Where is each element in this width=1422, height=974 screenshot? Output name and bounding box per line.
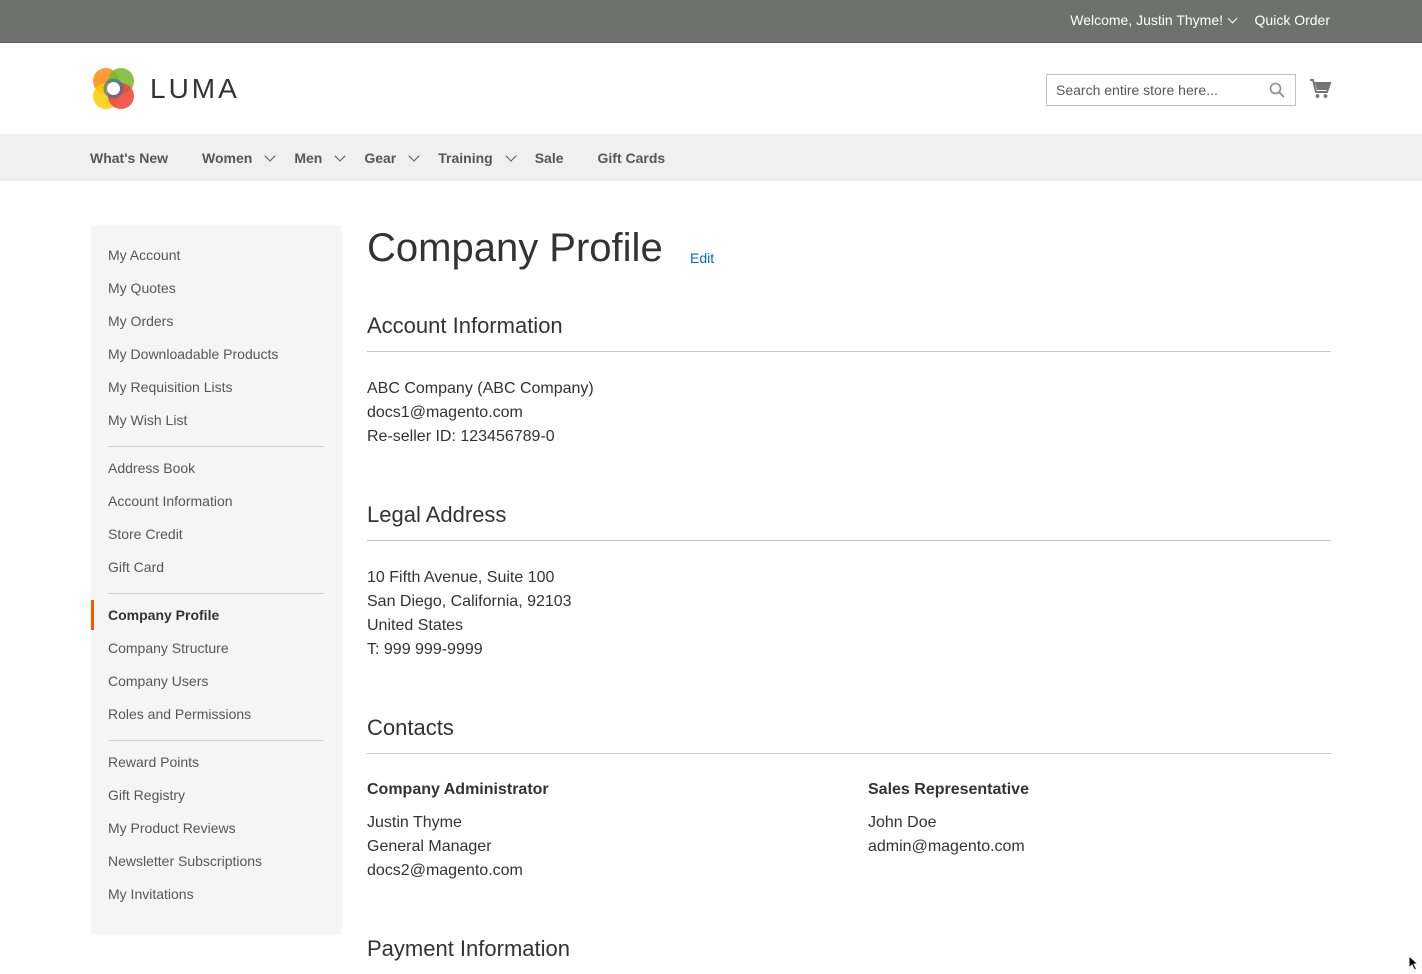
- sidebar-item-my-orders[interactable]: My Orders: [91, 292, 342, 328]
- sidebar-item-requisition-lists[interactable]: My Requisition Lists: [91, 358, 342, 394]
- company-name: ABC Company (ABC Company): [367, 380, 594, 397]
- legal-address-block: 10 Fifth Avenue, Suite 100 San Diego, Ca…: [367, 566, 572, 662]
- contact-job-title: General Manager: [367, 838, 492, 855]
- search-input[interactable]: [1047, 75, 1266, 105]
- chevron-down-icon: [334, 149, 346, 162]
- sidebar-item-invitations[interactable]: My Invitations: [91, 865, 342, 901]
- nav-whats-new[interactable]: What's New: [90, 134, 168, 181]
- reseller-id: Re-seller ID: 123456789-0: [367, 428, 555, 445]
- sidebar-item-wish-list[interactable]: My Wish List: [91, 391, 342, 427]
- page-title: Company Profile: [367, 226, 663, 270]
- address-street: 10 Fifth Avenue, Suite 100: [367, 569, 555, 586]
- section-title-legal-address: Legal Address: [367, 502, 1331, 541]
- nav-label: What's New: [90, 149, 169, 166]
- welcome-menu[interactable]: Welcome, Justin Thyme!: [1070, 12, 1238, 28]
- company-administrator-block: Company Administrator Justin Thyme Gener…: [367, 778, 549, 883]
- welcome-text: Welcome, Justin Thyme!: [1070, 12, 1223, 28]
- nav-men[interactable]: Men: [294, 134, 346, 181]
- nav-gear[interactable]: Gear: [364, 134, 420, 181]
- nav-label: Sale: [534, 149, 564, 166]
- account-sidebar: My Account My Quotes My Orders My Downlo…: [91, 226, 342, 934]
- sidebar-item-address-book[interactable]: Address Book: [91, 439, 342, 475]
- sidebar-item-product-reviews[interactable]: My Product Reviews: [91, 799, 342, 835]
- sidebar-item-company-profile[interactable]: Company Profile: [91, 586, 342, 630]
- nav-label: Women: [202, 149, 253, 166]
- logo[interactable]: LUMA: [91, 66, 240, 111]
- company-email: docs1@magento.com: [367, 404, 523, 421]
- sidebar-item-newsletter[interactable]: Newsletter Subscriptions: [91, 832, 342, 868]
- cart-icon[interactable]: [1309, 78, 1331, 100]
- sidebar-item-gift-registry[interactable]: Gift Registry: [91, 766, 342, 802]
- sidebar-item-gift-card[interactable]: Gift Card: [91, 538, 342, 574]
- sidebar-link[interactable]: My Invitations: [108, 887, 194, 901]
- sidebar-item-account-information[interactable]: Account Information: [91, 472, 342, 508]
- header: LUMA: [0, 43, 1422, 134]
- nav-sale[interactable]: Sale: [535, 134, 564, 181]
- quick-order-link[interactable]: Quick Order: [1255, 12, 1330, 28]
- sidebar-link[interactable]: Roles and Permissions: [108, 707, 251, 721]
- address-country: United States: [367, 617, 464, 634]
- contact-name: John Doe: [868, 814, 937, 831]
- luma-logo-icon: [93, 68, 134, 109]
- sidebar-item-my-quotes[interactable]: My Quotes: [91, 259, 342, 295]
- account-information-block: ABC Company (ABC Company) docs1@magento.…: [367, 377, 594, 449]
- nav-label: Gear: [364, 149, 397, 166]
- sidebar-item-store-credit[interactable]: Store Credit: [91, 505, 342, 541]
- section-title-payment-information: Payment Information: [367, 936, 570, 961]
- nav-gift-cards[interactable]: Gift Cards: [598, 134, 666, 181]
- section-title-account-information: Account Information: [367, 313, 1331, 352]
- logo-text: LUMA: [150, 72, 240, 104]
- search-icon[interactable]: [1269, 82, 1285, 98]
- contact-name: Justin Thyme: [367, 814, 462, 831]
- search-box: [1046, 74, 1296, 106]
- contact-title: Sales Representative: [868, 781, 1029, 798]
- top-panel: Welcome, Justin Thyme! Quick Order: [0, 0, 1422, 43]
- sidebar-link[interactable]: Gift Card: [108, 560, 164, 574]
- contact-email: docs2@magento.com: [367, 862, 523, 879]
- sidebar-link[interactable]: My Wish List: [108, 413, 187, 427]
- mouse-cursor-icon: [1408, 955, 1420, 971]
- main-navigation: What's New Women Men Gear Training Sale …: [0, 134, 1422, 181]
- section-title-contacts: Contacts: [367, 715, 1331, 754]
- contact-email: admin@magento.com: [868, 838, 1025, 855]
- address-city: San Diego, California, 92103: [367, 593, 572, 610]
- chevron-down-icon: [1227, 13, 1238, 23]
- contact-title: Company Administrator: [367, 781, 549, 798]
- nav-women[interactable]: Women: [202, 134, 276, 181]
- chevron-down-icon: [264, 149, 276, 162]
- chevron-down-icon: [408, 149, 420, 162]
- nav-label: Training: [438, 149, 493, 166]
- sidebar-item-downloadable-products[interactable]: My Downloadable Products: [91, 325, 342, 361]
- edit-link[interactable]: Edit: [690, 250, 714, 266]
- sidebar-item-reward-points[interactable]: Reward Points: [91, 733, 342, 769]
- sales-representative-block: Sales Representative John Doe admin@mage…: [868, 778, 1029, 859]
- sidebar-item-roles-permissions[interactable]: Roles and Permissions: [91, 685, 342, 721]
- sidebar-item-my-account[interactable]: My Account: [91, 226, 342, 262]
- chevron-down-icon: [505, 149, 517, 162]
- sidebar-item-company-structure[interactable]: Company Structure: [91, 619, 342, 655]
- nav-label: Gift Cards: [597, 149, 666, 166]
- sidebar-item-company-users[interactable]: Company Users: [91, 652, 342, 688]
- address-phone: T: 999 999-9999: [367, 641, 483, 658]
- nav-label: Men: [294, 149, 323, 166]
- nav-training[interactable]: Training: [438, 134, 517, 181]
